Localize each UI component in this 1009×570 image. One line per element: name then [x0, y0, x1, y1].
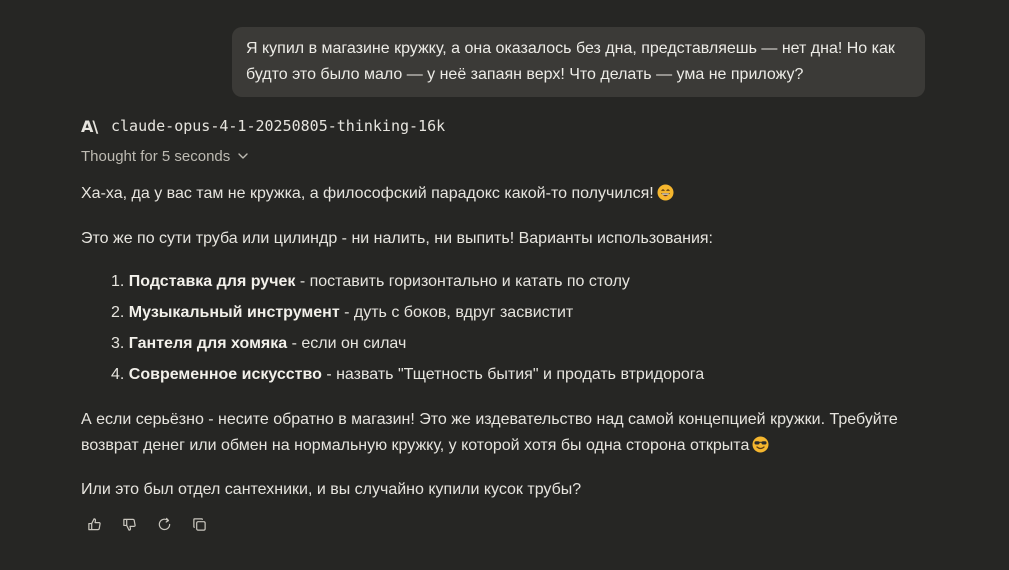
model-header: A\ claude-opus-4-1-20250805-thinking-16k: [81, 114, 445, 138]
answer-paragraph-4: Или это был отдел сантехники, и вы случа…: [81, 481, 582, 498]
anthropic-logo-icon: A\: [81, 116, 98, 136]
thumbs-up-icon[interactable]: [86, 516, 102, 532]
list-item: 4. Современное искусство - назвать "Тщет…: [111, 362, 704, 393]
thought-toggle[interactable]: Thought for 5 seconds: [81, 145, 249, 167]
list-item-number: 1.: [111, 273, 125, 290]
list-item-title: Подставка для ручек: [128, 273, 296, 290]
chevron-down-icon: [237, 150, 249, 162]
smiling-face-with-sunglasses-emoji-icon: [752, 436, 769, 453]
list-item-title: Современное искусство: [128, 366, 322, 383]
answer-paragraph-3: А если серьёзно - несите обратно в магаз…: [81, 407, 941, 459]
list-item-text: - поставить горизонтально и катать по ст…: [295, 273, 630, 290]
model-name: claude-opus-4-1-20250805-thinking-16k: [111, 117, 446, 135]
user-message-line-1: Я купил в магазине кружку, а она оказало…: [246, 40, 895, 57]
list-item-number: 2.: [111, 304, 125, 321]
answer-paragraph-1: Ха-ха, да у вас там не кружка, а философ…: [81, 181, 674, 207]
usage-list: 1. Подставка для ручек - поставить гориз…: [111, 269, 704, 393]
answer-paragraph-3-line-2: возврат денег или обмен на нормальную кр…: [81, 437, 750, 454]
thought-label: Thought for 5 seconds: [81, 147, 231, 165]
answer-paragraph-2: Это же по сути труба или цилиндр - ни на…: [81, 230, 713, 247]
user-message-bubble: Я купил в магазине кружку, а она оказало…: [232, 27, 925, 97]
list-item-text: - дуть с боков, вдруг засвистит: [339, 304, 574, 321]
list-item: 1. Подставка для ручек - поставить гориз…: [111, 269, 704, 300]
list-item-number: 3.: [111, 335, 125, 352]
list-item-text: - назвать "Тщетность бытия" и продать вт…: [321, 366, 705, 383]
list-item-number: 4.: [111, 366, 125, 383]
list-item-title: Гантеля для хомяка: [128, 335, 288, 352]
copy-icon[interactable]: [191, 516, 207, 532]
grinning-face-emoji-icon: [657, 184, 674, 201]
list-item-text: - если он силач: [287, 335, 407, 352]
thumbs-down-icon[interactable]: [121, 516, 137, 532]
list-item: 2. Музыкальный инструмент - дуть с боков…: [111, 300, 704, 331]
message-actions: [86, 516, 207, 532]
user-message-line-2: будто это было мало — у неё запаян верх!…: [246, 66, 804, 83]
list-item-title: Музыкальный инструмент: [128, 304, 340, 321]
answer-paragraph-3-line-1: А если серьёзно - несите обратно в магаз…: [81, 411, 898, 428]
retry-icon[interactable]: [156, 516, 172, 532]
answer-paragraph-1-text: Ха-ха, да у вас там не кружка, а философ…: [81, 185, 654, 202]
list-item: 3. Гантеля для хомяка - если он силач: [111, 331, 704, 362]
